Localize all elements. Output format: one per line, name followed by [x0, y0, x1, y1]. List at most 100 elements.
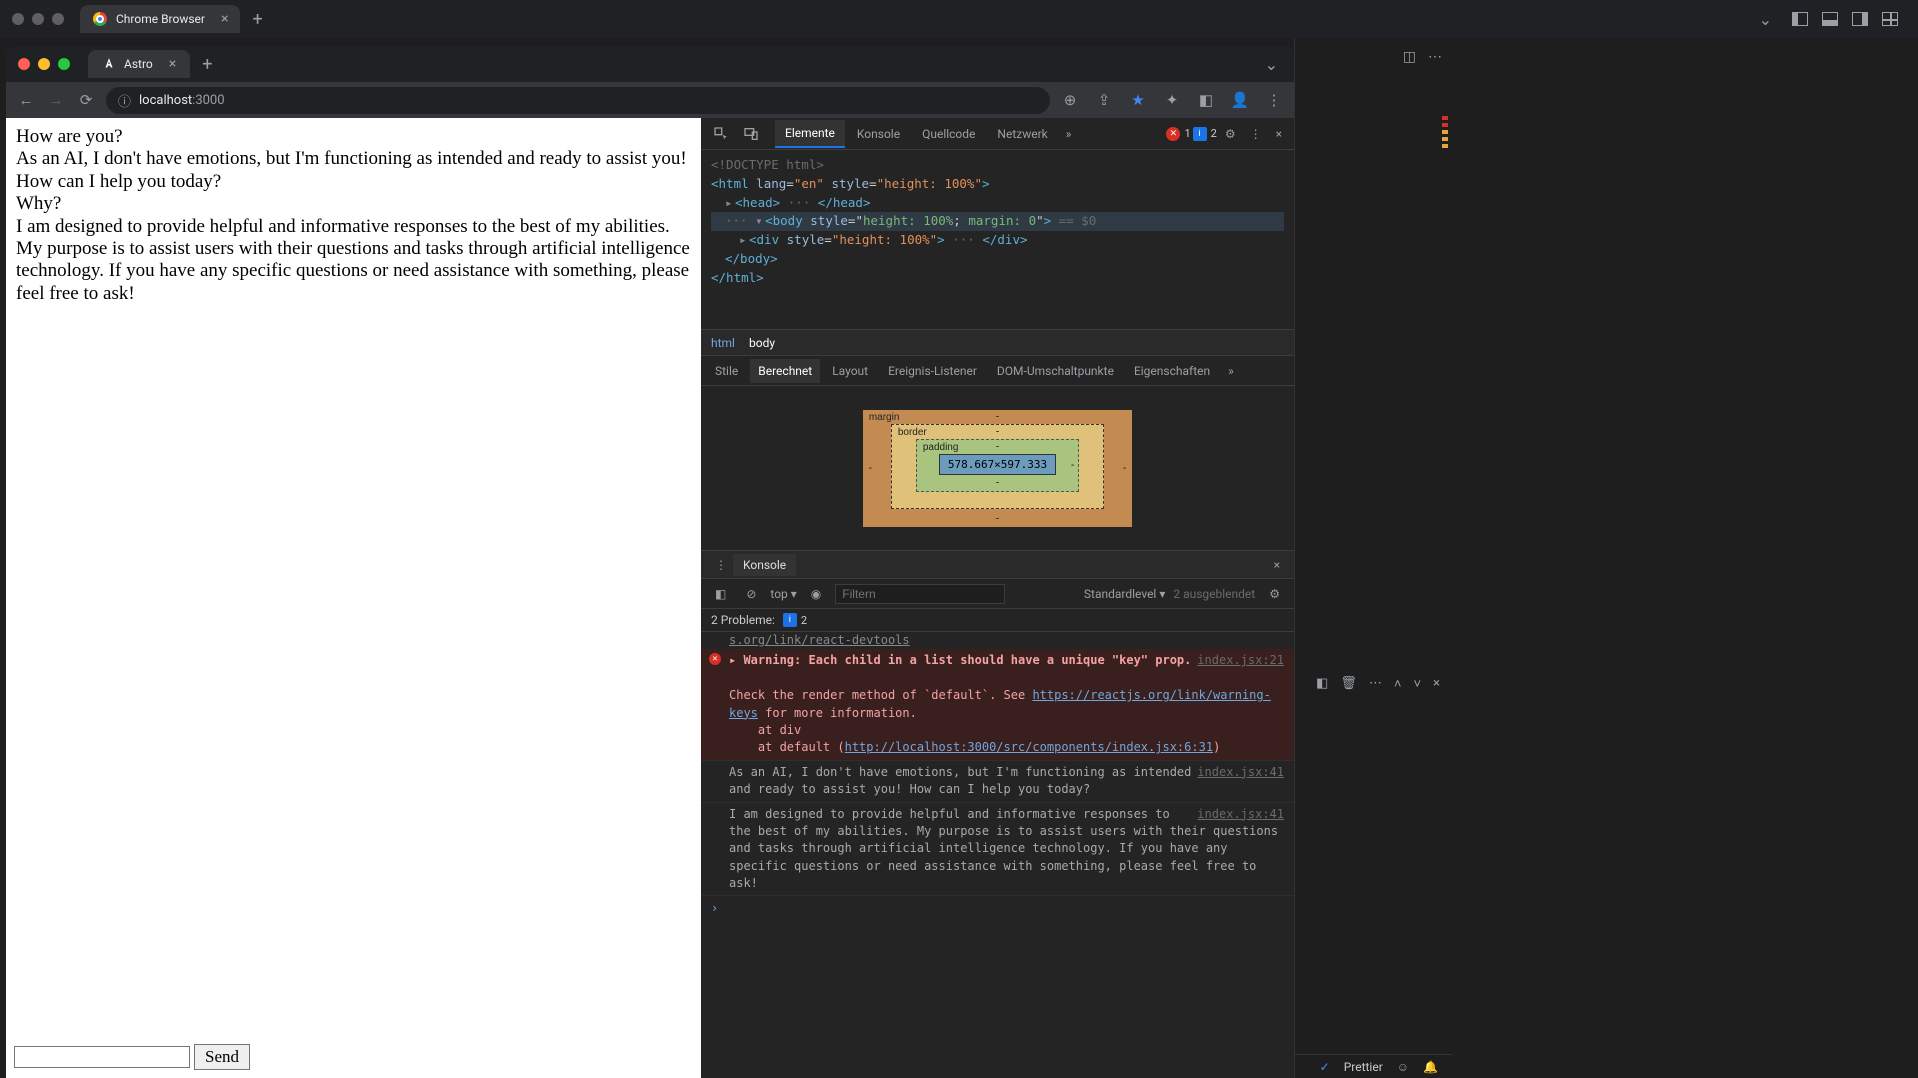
console-settings-icon[interactable]: ⚙: [1263, 583, 1286, 605]
close-tab-icon[interactable]: ×: [169, 56, 176, 72]
log-line[interactable]: index.jsx:41 As an AI, I don't have emot…: [701, 761, 1294, 803]
new-tab-icon[interactable]: +: [252, 9, 262, 30]
dom-node[interactable]: ▸<div style="height: 100%"> ··· </div>: [711, 231, 1284, 250]
more-icon[interactable]: ⋯: [1369, 676, 1382, 692]
panel-bottom-icon[interactable]: [1822, 12, 1838, 26]
dom-node[interactable]: </body>: [711, 250, 1284, 269]
inspect-element-icon[interactable]: [707, 122, 735, 146]
tab-berechnet[interactable]: Berechnet: [750, 359, 820, 383]
close-panel-icon[interactable]: ×: [1433, 676, 1440, 692]
log-source-link[interactable]: index.jsx:41: [1197, 764, 1284, 781]
close-drawer-icon[interactable]: ×: [1268, 554, 1286, 576]
panel-toggle-icon[interactable]: ◧: [1316, 676, 1328, 692]
prettier-label[interactable]: Prettier: [1344, 1060, 1383, 1074]
extensions-icon[interactable]: ✦: [1162, 91, 1182, 109]
close-window-icon[interactable]: [18, 58, 30, 70]
maximize-window-icon[interactable]: [52, 13, 64, 25]
breadcrumb-item[interactable]: html: [711, 336, 735, 350]
tabs-dropdown-icon[interactable]: ⌄: [1265, 55, 1278, 74]
console-filter-input[interactable]: [835, 584, 1005, 604]
chat-input[interactable]: [14, 1046, 190, 1068]
chevron-down-icon[interactable]: ˅: [1413, 676, 1421, 692]
log-line[interactable]: index.jsx:41 I am designed to provide he…: [701, 803, 1294, 897]
browser-toolbar: ← → ⟳ ⓘ localhost:3000 ⊕ ⇪ ★ ✦ ◧ 👤 ⋮: [6, 82, 1294, 118]
tab-ereignis[interactable]: Ereignis-Listener: [880, 359, 985, 383]
profile-icon[interactable]: 👤: [1230, 91, 1250, 109]
tab-console[interactable]: Konsole: [847, 121, 910, 147]
breadcrumb-item[interactable]: body: [749, 336, 775, 350]
device-toggle-icon[interactable]: [737, 122, 765, 146]
log-level-selector[interactable]: Standardlevel ▾: [1084, 587, 1165, 601]
panel-left-icon[interactable]: [1792, 12, 1808, 26]
browser-traffic-lights: [14, 58, 78, 70]
drawer-menu-icon[interactable]: ⋮: [709, 554, 733, 576]
more-actions-icon[interactable]: ⋯: [1428, 49, 1442, 65]
problems-row[interactable]: 2 Probleme: i2: [701, 609, 1294, 632]
tab-eigenschaften[interactable]: Eigenschaften: [1126, 359, 1218, 383]
address-bar[interactable]: ⓘ localhost:3000: [106, 87, 1050, 114]
maximize-window-icon[interactable]: [58, 58, 70, 70]
live-expression-icon[interactable]: ◉: [805, 583, 827, 605]
console-output[interactable]: s.org/link/react-devtools ✕ index.jsx:21…: [701, 632, 1294, 1078]
terminal-panel-toolbar: ◧ 🗑 ⋯ ˄ ˅ ×: [1316, 676, 1440, 692]
error-count-badge[interactable]: ✕1: [1166, 127, 1190, 141]
bell-icon[interactable]: 🔔: [1423, 1060, 1438, 1074]
zoom-icon[interactable]: ⊕: [1060, 91, 1080, 109]
send-button[interactable]: Send: [194, 1044, 250, 1070]
sidebar-toggle-icon[interactable]: ◧: [709, 583, 732, 605]
dom-node[interactable]: ▸<head> ··· </head>: [711, 194, 1284, 213]
minimize-window-icon[interactable]: [38, 58, 50, 70]
box-model-diagram: margin - - - - border - padding - -: [701, 386, 1294, 551]
tab-sources[interactable]: Quellcode: [912, 121, 985, 147]
outer-tab-chrome[interactable]: Chrome Browser ×: [80, 5, 240, 33]
close-devtools-icon[interactable]: ×: [1270, 123, 1288, 145]
sidepanel-icon[interactable]: ◧: [1196, 91, 1216, 109]
feedback-icon[interactable]: ☺: [1397, 1060, 1409, 1074]
more-tabs-icon[interactable]: »: [1222, 360, 1240, 382]
chrome-favicon-icon: [92, 11, 108, 27]
log-error[interactable]: ✕ index.jsx:21 ▸ Warning: Each child in …: [701, 649, 1294, 760]
share-icon[interactable]: ⇪: [1094, 91, 1114, 109]
tabs-dropdown-icon[interactable]: ⌄: [1759, 10, 1772, 29]
console-prompt[interactable]: ›: [701, 896, 1294, 921]
chevron-up-icon[interactable]: ˄: [1394, 676, 1402, 692]
dom-node[interactable]: <!DOCTYPE html>: [711, 156, 1284, 175]
split-editor-icon[interactable]: ◫: [1403, 49, 1416, 65]
dom-node[interactable]: </html>: [711, 269, 1284, 288]
kebab-menu-icon[interactable]: ⋮: [1244, 123, 1268, 145]
panel-right-icon[interactable]: [1852, 12, 1868, 26]
prettier-status-icon[interactable]: ✓: [1320, 1060, 1330, 1074]
menu-dots-icon[interactable]: ⋮: [1264, 91, 1284, 109]
dom-node[interactable]: <html lang="en" style="height: 100%">: [711, 175, 1284, 194]
log-source-link[interactable]: index.jsx:41: [1197, 806, 1284, 823]
new-tab-icon[interactable]: +: [202, 54, 212, 75]
tab-elements[interactable]: Elemente: [775, 120, 845, 148]
tab-layout[interactable]: Layout: [824, 359, 876, 383]
stack-source-link[interactable]: http://localhost:3000/src/components/ind…: [845, 740, 1213, 754]
trash-icon[interactable]: 🗑: [1340, 676, 1357, 692]
back-icon[interactable]: ←: [16, 91, 36, 109]
clear-console-icon[interactable]: ⊘: [740, 583, 762, 605]
log-source-link[interactable]: index.jsx:21: [1197, 652, 1284, 669]
tab-stile[interactable]: Stile: [707, 359, 746, 383]
context-selector[interactable]: top ▾: [770, 587, 796, 601]
tab-dom-breakpoints[interactable]: DOM-Umschaltpunkte: [989, 359, 1122, 383]
minimize-window-icon[interactable]: [32, 13, 44, 25]
panel-grid-icon[interactable]: [1882, 12, 1898, 26]
close-tab-icon[interactable]: ×: [221, 11, 228, 27]
browser-tab-astro[interactable]: Astro ×: [88, 50, 190, 78]
more-tabs-icon[interactable]: »: [1060, 123, 1078, 145]
settings-gear-icon[interactable]: ⚙: [1219, 123, 1242, 145]
reload-icon[interactable]: ⟳: [76, 91, 96, 109]
site-info-icon[interactable]: ⓘ: [118, 91, 131, 110]
styles-tabbar: Stile Berechnet Layout Ereignis-Listener…: [701, 356, 1294, 386]
drawer-tab-konsole[interactable]: Konsole: [733, 554, 796, 576]
info-count-badge[interactable]: i2: [1193, 127, 1217, 141]
close-window-icon[interactable]: [12, 13, 24, 25]
boxmodel-margin-label: margin: [869, 412, 900, 423]
outer-traffic-lights: [8, 13, 72, 25]
dom-tree[interactable]: <!DOCTYPE html> <html lang="en" style="h…: [701, 150, 1294, 330]
dom-node-selected[interactable]: ··· ▾<body style="height: 100%; margin: …: [711, 212, 1284, 231]
tab-network[interactable]: Netzwerk: [987, 121, 1057, 147]
bookmark-star-icon[interactable]: ★: [1128, 91, 1148, 109]
